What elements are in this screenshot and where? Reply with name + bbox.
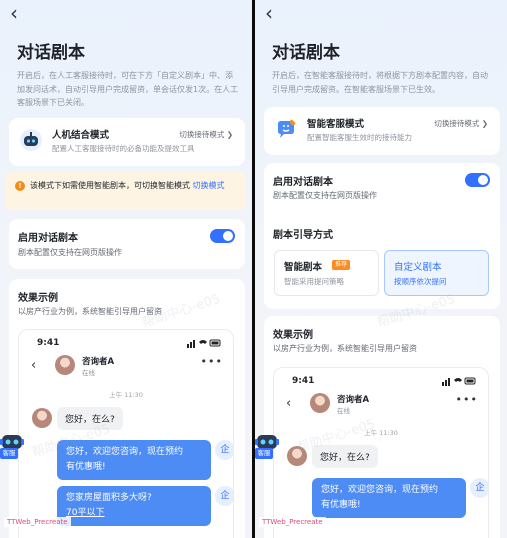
agent-reply-line: 您好，欢迎您咨询，现在预约 (321, 485, 439, 495)
example-title: 效果示例 (18, 293, 58, 304)
avatar (55, 355, 75, 375)
avatar (310, 393, 330, 413)
agent-question-line: 您家房屋面积多大呀? (66, 493, 152, 503)
mode-description: 配置人工客服接待时的必备功能及提效工具 (52, 144, 195, 153)
chat-contact-name: 咨询者A (337, 395, 370, 405)
agent-icon: 企 (215, 440, 233, 460)
warning-banner: ! 该模式下如需使用智能剧本，可切换智能模式 切换模式 (6, 172, 246, 210)
page-title: 对话剧本 (272, 43, 340, 63)
smart-script-title: 智能剧本 (284, 262, 323, 273)
recommend-badge: 推荐 (332, 260, 351, 270)
agent-question: 您家房屋面积多大呀? 70平以下 (57, 486, 211, 526)
debug-tag: TTWeb_Precreate (259, 517, 326, 527)
agent-reply-line: 您好，欢迎您咨询，现在预约 (66, 447, 184, 457)
agent-icon: 企 (470, 478, 488, 498)
more-dots-icon[interactable]: ••• (456, 393, 478, 406)
mode-name: 人机结合模式 (52, 130, 110, 141)
agent-icon: 企 (215, 486, 233, 506)
example-card: 效果示例 以房产行业为例，系统智能引导用户留资 9:41 ‹ 咨询者A 在线 •… (9, 279, 245, 538)
page-description: 开启后，在人工客服接待时，可在下方「自定义剧本」中、添加发问话术，自动引导用户完… (17, 71, 239, 107)
phone-preview: 9:41 ‹ 咨询者A 在线 ••• 上午 11:30 您好，在么? 您好，欢迎… (18, 329, 234, 538)
status-time: 9:41 (292, 376, 315, 386)
answer-option[interactable]: 70平以下 (66, 506, 202, 521)
example-description: 以房产行业为例，系统智能引导用户留资 (273, 344, 417, 353)
agent-reply-line: 有优惠哦! (321, 500, 361, 510)
mode-description: 配置智能客服生效时的接待能力 (307, 133, 412, 142)
warning-text: 该模式下如需使用智能剧本，可切换智能模式 切换模式 (30, 179, 242, 193)
script-card: 启用对话剧本 剧本配置仅支持在网页版操作 (9, 219, 245, 269)
smart-script-option[interactable]: 智能剧本 推荐 智能采用提问策略 (274, 250, 379, 296)
robot-icon (20, 129, 42, 151)
switch-mode-warning-link[interactable]: 切换模式 (193, 181, 225, 190)
back-chevron-icon[interactable]: ‹ (265, 3, 273, 23)
custom-script-title: 自定义剧本 (394, 262, 442, 273)
script-description: 剧本配置仅支持在网页版操作 (18, 248, 122, 257)
warning-message: 该模式下如需使用智能剧本，可切换智能模式 (30, 181, 190, 190)
chat-back-icon[interactable]: ‹ (286, 396, 291, 411)
script-title: 启用对话剧本 (18, 233, 78, 244)
mode-card[interactable]: 人机结合模式 配置人工客服接待时的必备功能及提效工具 切换接待模式 ❯ (9, 118, 245, 166)
right-panel: ‹ 对话剧本 开启后，在智能客服接待时，将根据下方剧本配置内容，自动引导用户完成… (255, 0, 507, 538)
script-toggle[interactable] (465, 173, 490, 187)
warning-icon: ! (15, 181, 25, 191)
more-dots-icon[interactable]: ••• (201, 355, 223, 368)
mode-name: 智能客服模式 (307, 119, 365, 130)
chat-contact-name: 咨询者A (82, 357, 115, 367)
script-toggle[interactable] (210, 229, 235, 243)
example-title: 效果示例 (273, 330, 313, 341)
chat-timestamp: 上午 11:30 (109, 391, 143, 399)
smart-script-desc: 智能采用提问策略 (284, 277, 344, 286)
customer-service-label[interactable]: 客服 (0, 448, 18, 459)
user-avatar (32, 408, 52, 428)
custom-script-option[interactable]: 自定义剧本 按顺序依次提问 (384, 250, 489, 296)
custom-script-desc: 按顺序依次提问 (394, 277, 447, 286)
example-card: 效果示例 以房产行业为例，系统智能引导用户留资 9:41 ‹ 咨询者A 在线 •… (264, 316, 500, 538)
mode-card[interactable]: 智能客服模式 配置智能客服生效时的接待能力 切换接待模式 ❯ (264, 107, 500, 155)
agent-reply: 您好，欢迎您咨询，现在预约 有优惠哦! (312, 478, 466, 518)
script-description: 剧本配置仅支持在网页版操作 (273, 191, 377, 200)
guide-title: 剧本引导方式 (273, 230, 333, 241)
script-title: 启用对话剧本 (273, 177, 333, 188)
switch-mode-link[interactable]: 切换接待模式 ❯ (179, 129, 233, 140)
agent-reply-line: 有优惠哦! (66, 462, 106, 472)
left-panel: ‹ 对话剧本 开启后，在人工客服接待时，可在下方「自定义剧本」中、添加发问话术，… (0, 0, 252, 538)
smart-bot-icon (278, 119, 296, 138)
status-bar-icons (187, 339, 221, 348)
chat-back-icon[interactable]: ‹ (31, 358, 36, 373)
page-description: 开启后，在智能客服接待时，将根据下方剧本配置内容，自动引导用户完成留资。在智能客… (272, 71, 488, 94)
status-time: 9:41 (37, 338, 60, 348)
switch-mode-link[interactable]: 切换接待模式 ❯ (434, 118, 488, 129)
chat-contact-status: 在线 (337, 407, 350, 415)
debug-tag: TTWeb_Precreate (4, 517, 71, 527)
page-title: 对话剧本 (17, 43, 85, 63)
back-chevron-icon[interactable]: ‹ (10, 3, 18, 23)
status-bar-icons (442, 377, 476, 386)
chat-contact-status: 在线 (82, 369, 95, 377)
customer-service-label[interactable]: 客服 (255, 448, 273, 459)
